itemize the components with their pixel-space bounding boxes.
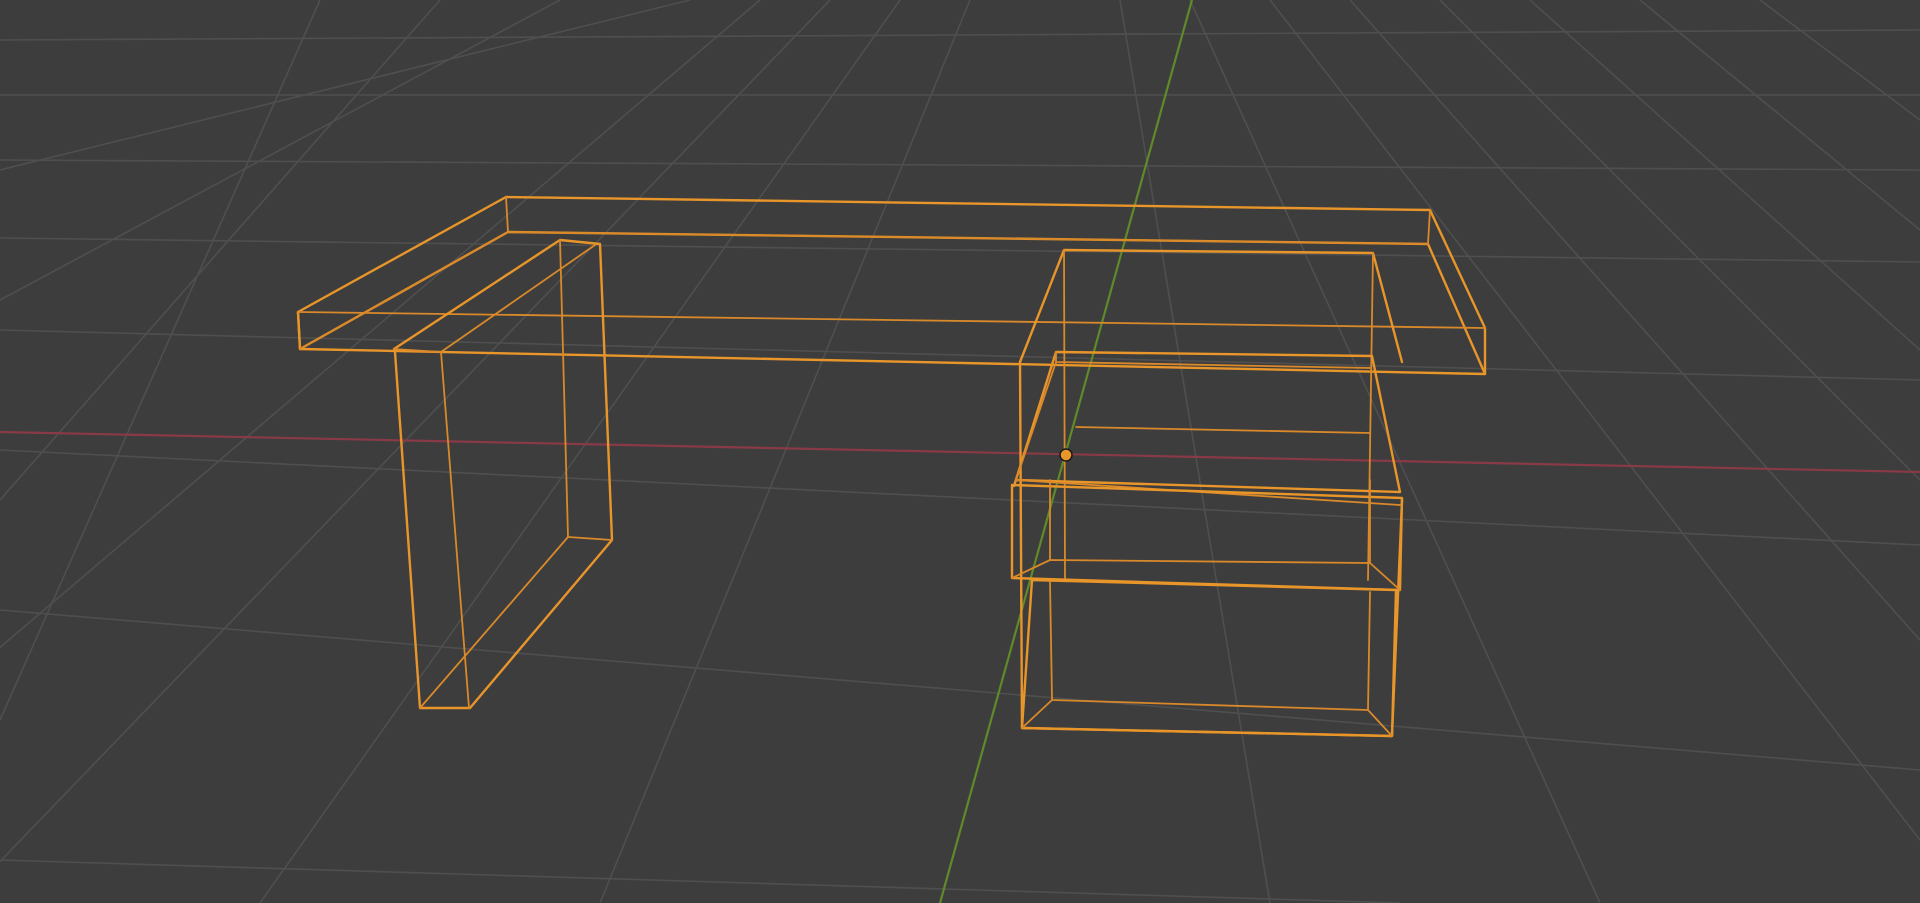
3d-viewport[interactable] <box>0 0 1920 903</box>
drawer-2[interactable] <box>1010 479 1404 592</box>
desk-left-panel[interactable] <box>392 238 614 710</box>
viewport-canvas[interactable] <box>0 0 1920 903</box>
drawer-3[interactable] <box>1020 578 1398 738</box>
x-axis-line <box>0 430 1920 474</box>
desk-top[interactable] <box>296 195 1487 376</box>
origin-dot[interactable] <box>1059 448 1073 462</box>
